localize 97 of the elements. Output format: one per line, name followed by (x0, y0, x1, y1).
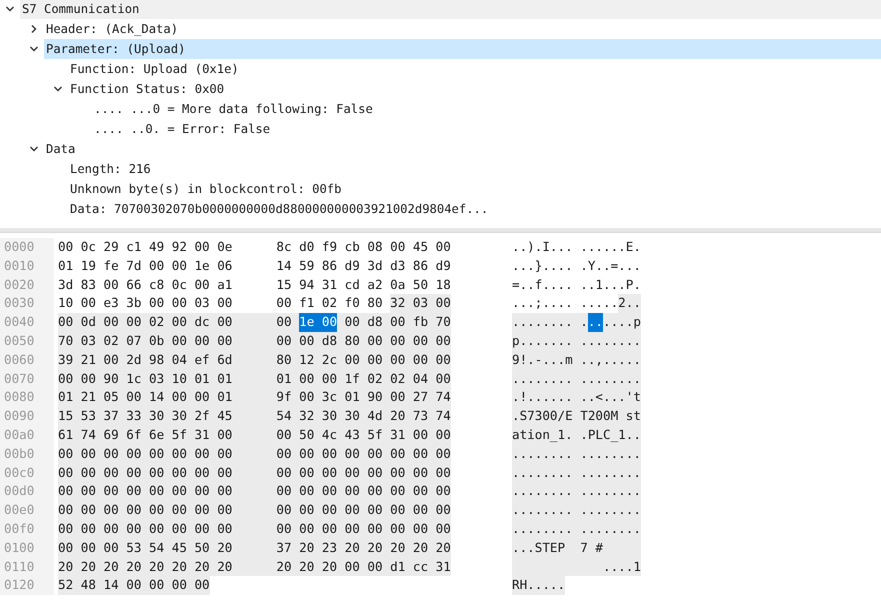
ascii-text: .S7300/E T200M st (512, 407, 641, 426)
hex-bytes: 20 20 20 20 20 20 20 20 (58, 558, 276, 576)
ascii-text: ..).I... ......E. (512, 238, 641, 256)
tree-item[interactable]: Data (44, 139, 881, 159)
hex-bytes: 70 03 02 07 0b 00 00 00 (58, 332, 276, 351)
hex-bytes: 00 00 00 00 00 00 00 00 (58, 520, 276, 539)
ascii-text: 9!.-...m ..,..... (512, 350, 641, 370)
hex-bytes: 00 00 00 00 00 00 00 00 (276, 520, 451, 539)
tree-item[interactable]: .... ...0 = More data following: False (92, 99, 881, 119)
tree-item[interactable]: Header: (Ack_Data) (44, 19, 881, 39)
hex-bytes: 52 48 14 00 00 00 00 (58, 576, 210, 596)
hex-bytes: 00 00 d8 80 00 00 00 00 (276, 332, 451, 351)
hex-bytes: 39 21 00 2d 98 04 ef 6d (58, 350, 276, 370)
offset-label: 0100 (0, 538, 54, 558)
offset-label: 0020 (0, 276, 54, 294)
hex-bytes: 00 00 00 00 00 00 00 00 (276, 444, 451, 464)
hex-bytes: 00 d8 00 fb 70 (337, 313, 451, 332)
hex-bytes: 9f 00 3c 01 90 00 27 74 (276, 388, 451, 408)
ascii-text: 2.. (618, 294, 641, 314)
hex-bytes: 00 00 00 53 54 45 50 20 (58, 538, 276, 558)
offset-label: 0040 (0, 313, 54, 332)
offset-label: 0060 (0, 350, 54, 370)
hex-bytes: 00 00 00 00 00 00 00 00 (58, 444, 276, 464)
hex-bytes: 00 00 00 00 00 00 00 00 (276, 482, 451, 502)
hex-bytes: 00 0d 00 00 02 00 dc 00 (58, 313, 276, 332)
offset-label: 0120 (0, 576, 54, 596)
ascii-text: ........ . (512, 313, 588, 332)
offset-label: 00e0 (0, 501, 54, 520)
hex-bytes: 15 53 37 33 30 30 2f 45 (58, 407, 276, 426)
ascii-text: ...;.... ..... (512, 294, 618, 312)
hex-bytes: 00 f1 02 f0 80 (276, 294, 384, 312)
tree-item[interactable]: Function: Upload (0x1e) (68, 59, 881, 79)
tree-item[interactable]: Data: 70700302070b0000000000d880000000003921002d9804ef... (68, 199, 881, 219)
hex-bytes: 8c d0 f9 cb 08 00 45 00 (276, 238, 451, 256)
hex-bytes: 32 03 00 (390, 294, 451, 314)
hex-bytes: 00 00 00 00 00 00 00 00 (58, 501, 276, 520)
hex-bytes: 80 12 2c 00 00 00 00 00 (276, 350, 451, 370)
ascii-text: ........ ........ (512, 370, 641, 388)
hex-bytes: 00 (276, 313, 300, 332)
hex-bytes: 01 19 fe 7d 00 00 1e 06 (58, 256, 234, 275)
hex-bytes: 00 00 00 00 00 00 00 00 (276, 464, 451, 482)
offset-label: 0000 (0, 238, 54, 257)
hex-bytes: 61 74 69 6f 6e 5f 31 00 (58, 426, 276, 445)
hex-bytes: 15 94 31 cd a2 0a 50 18 (276, 276, 451, 294)
tree-item[interactable]: Unknown byte(s) in blockcontrol: 00fb (68, 179, 881, 199)
offset-label: 0090 (0, 407, 54, 426)
offset-label: 0010 (0, 256, 54, 276)
tree-item[interactable]: Length: 216 (68, 159, 881, 179)
chevron-down-icon[interactable] (29, 44, 39, 54)
ascii-text: RH..... (512, 576, 566, 596)
chevron-right-icon[interactable] (29, 24, 39, 34)
hex-bytes: 00 00 00 00 00 00 00 00 (58, 464, 276, 482)
offset-label: 00f0 (0, 520, 54, 539)
hex-bytes: 01 21 05 00 14 00 00 01 (58, 388, 276, 408)
ascii-text: ....p (603, 313, 641, 332)
hex-bytes: 01 00 00 1f 02 02 04 00 (276, 370, 451, 388)
offset-label: 0070 (0, 370, 54, 388)
hex-bytes: 00 00 00 00 00 00 00 00 (276, 501, 451, 520)
hex-bytes: 00 00 90 1c 03 10 01 01 (58, 370, 276, 388)
ascii-text: ation_1. .PLC_1.. (512, 426, 641, 445)
hex-bytes: 54 32 30 30 4d 20 73 74 (276, 407, 451, 426)
hex-bytes: 37 20 23 20 20 20 20 20 (276, 538, 451, 558)
ascii-text: =..f.... ..1...P. (512, 276, 641, 294)
hex-bytes: 1e 00 (299, 313, 338, 332)
ascii-text: .. (588, 313, 603, 332)
ascii-text: p....... ........ (512, 332, 641, 351)
hex-bytes: 00 0c 29 c1 49 92 00 0e (58, 238, 234, 256)
hex-bytes: 00 50 4c 43 5f 31 00 00 (276, 426, 451, 445)
hex-bytes: 10 00 e3 3b 00 00 03 00 (58, 294, 234, 312)
ascii-text: ........ ........ (512, 464, 641, 482)
hex-bytes: 00 00 00 00 00 00 00 00 (58, 482, 276, 502)
offset-label: 00b0 (0, 444, 54, 464)
offset-label: 0110 (0, 558, 54, 576)
chevron-down-icon[interactable] (29, 144, 39, 154)
chevron-down-icon[interactable] (53, 84, 63, 94)
ascii-text: ........ ........ (512, 444, 641, 464)
hex-bytes: 14 59 86 d9 3d d3 86 d9 (276, 256, 451, 275)
tree-item[interactable]: .... ..0. = Error: False (92, 119, 881, 139)
ascii-text: .!...... ..<...'t (512, 388, 641, 408)
ascii-text: ....1 (512, 558, 641, 576)
hex-bytes: 3d 83 00 66 c8 0c 00 a1 (58, 276, 234, 294)
offset-label: 00c0 (0, 464, 54, 482)
ascii-text: ........ ........ (512, 501, 641, 520)
tree-item[interactable]: S7 Communication (20, 0, 881, 19)
offset-label: 0030 (0, 294, 54, 314)
hex-bytes: 20 20 20 00 00 d1 cc 31 (276, 558, 451, 576)
offset-label: 0050 (0, 332, 54, 351)
offset-label: 0080 (0, 388, 54, 408)
ascii-text: ...STEP 7 # (512, 538, 641, 558)
tree-item[interactable]: Parameter: (Upload) (44, 39, 881, 59)
ascii-text: ........ ........ (512, 482, 641, 502)
tree-item[interactable]: Function Status: 0x00 (68, 79, 881, 99)
ascii-text: ...}.... .Y..=... (512, 256, 641, 275)
offset-label: 00a0 (0, 426, 54, 445)
ascii-text: ........ ........ (512, 520, 641, 539)
chevron-down-icon[interactable] (5, 4, 15, 14)
offset-label: 00d0 (0, 482, 54, 502)
